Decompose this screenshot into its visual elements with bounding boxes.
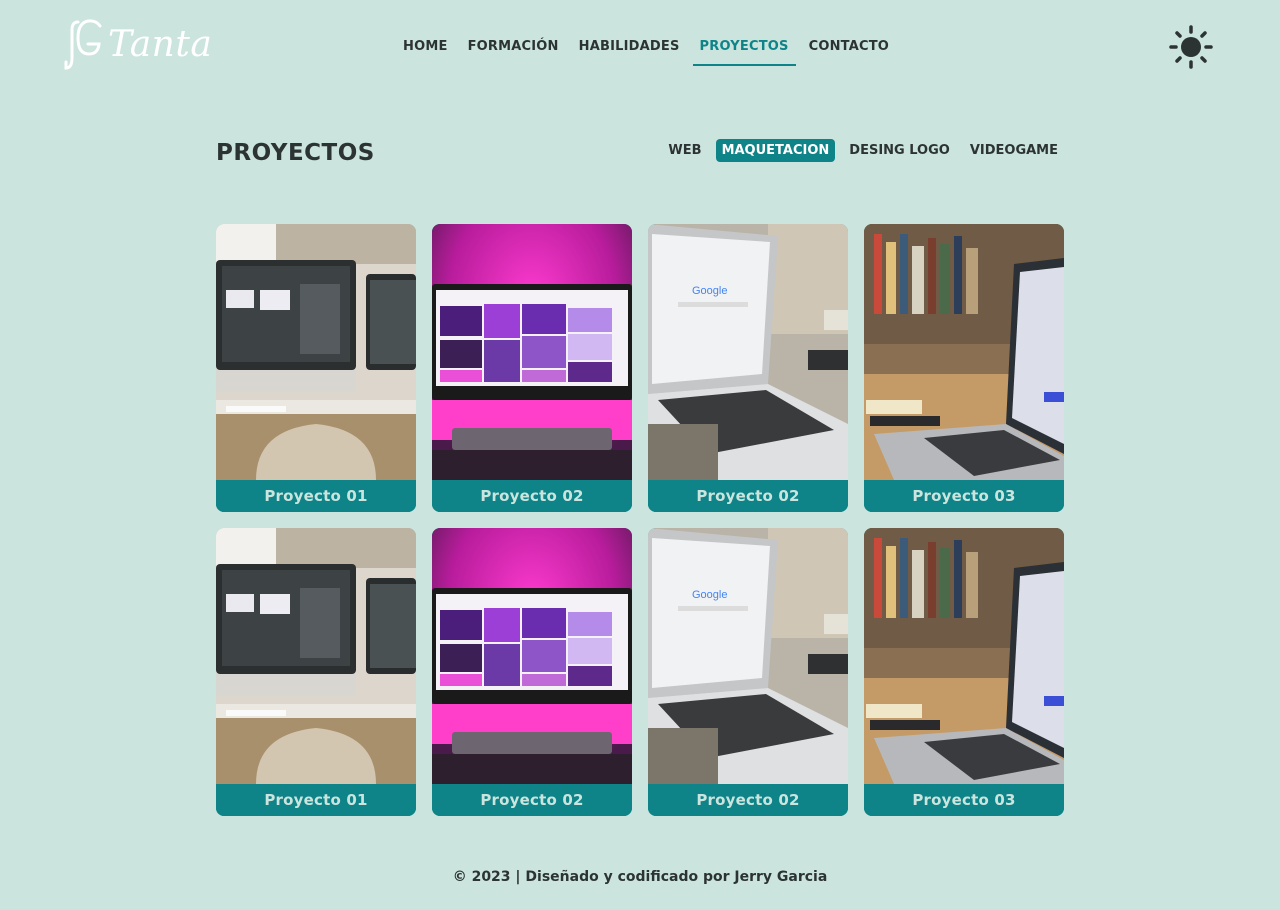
logo-text: Tanta: [108, 24, 213, 65]
projects-grid: Proyecto 01 Proyecto 02 Google Proyecto …: [216, 224, 1064, 816]
site-header: Tanta HOME FORMACIÓN HABILIDADES PROYECT…: [0, 0, 1280, 95]
project-title: Proyecto 02: [432, 480, 632, 512]
project-card[interactable]: Google Proyecto 02: [648, 224, 848, 512]
section-title: PROYECTOS: [216, 140, 375, 166]
sun-icon: [1169, 25, 1213, 69]
desk-imac-photo: [216, 224, 416, 480]
nav-formacion[interactable]: FORMACIÓN: [461, 30, 566, 66]
project-title: Proyecto 02: [648, 784, 848, 816]
pink-imac-photo: [432, 528, 632, 784]
project-card[interactable]: Proyecto 03: [864, 528, 1064, 816]
main-nav: HOME FORMACIÓN HABILIDADES PROYECTOS CON…: [396, 30, 902, 66]
laptop-bookshelf-photo: [864, 528, 1064, 784]
footer-credits: © 2023 | Diseñado y codificado por Jerry…: [452, 869, 828, 885]
project-card[interactable]: Proyecto 01: [216, 224, 416, 512]
filter-web[interactable]: WEB: [662, 139, 707, 162]
logo[interactable]: Tanta: [62, 18, 212, 72]
project-title: Proyecto 02: [648, 480, 848, 512]
macbook-google-photo: Google: [648, 224, 848, 480]
nav-home[interactable]: HOME: [396, 30, 455, 66]
filter-desing-logo[interactable]: DESING LOGO: [843, 139, 956, 162]
project-title: Proyecto 01: [216, 480, 416, 512]
project-title: Proyecto 02: [432, 784, 632, 816]
nav-contacto[interactable]: CONTACTO: [802, 30, 896, 66]
filter-videogame[interactable]: VIDEOGAME: [964, 139, 1064, 162]
project-filters: WEB MAQUETACION DESING LOGO VIDEOGAME: [654, 139, 1064, 162]
project-title: Proyecto 03: [864, 480, 1064, 512]
pink-imac-photo: [432, 224, 632, 480]
macbook-google-photo: Google: [648, 528, 848, 784]
svg-text:Google: Google: [692, 589, 727, 601]
project-card[interactable]: Google Proyecto 02: [648, 528, 848, 816]
project-card[interactable]: Proyecto 01: [216, 528, 416, 816]
project-card[interactable]: Proyecto 02: [432, 224, 632, 512]
project-title: Proyecto 03: [864, 784, 1064, 816]
filter-maquetacion[interactable]: MAQUETACION: [715, 139, 836, 162]
nav-habilidades[interactable]: HABILIDADES: [572, 30, 687, 66]
project-card[interactable]: Proyecto 02: [432, 528, 632, 816]
desk-imac-photo: [216, 528, 416, 784]
nav-proyectos[interactable]: PROYECTOS: [692, 30, 796, 66]
theme-toggle-button[interactable]: [1168, 24, 1214, 70]
project-title: Proyecto 01: [216, 784, 416, 816]
laptop-bookshelf-photo: [864, 224, 1064, 480]
logo-mark-icon: [64, 19, 102, 70]
project-card[interactable]: Proyecto 03: [864, 224, 1064, 512]
svg-text:Google: Google: [692, 285, 727, 297]
